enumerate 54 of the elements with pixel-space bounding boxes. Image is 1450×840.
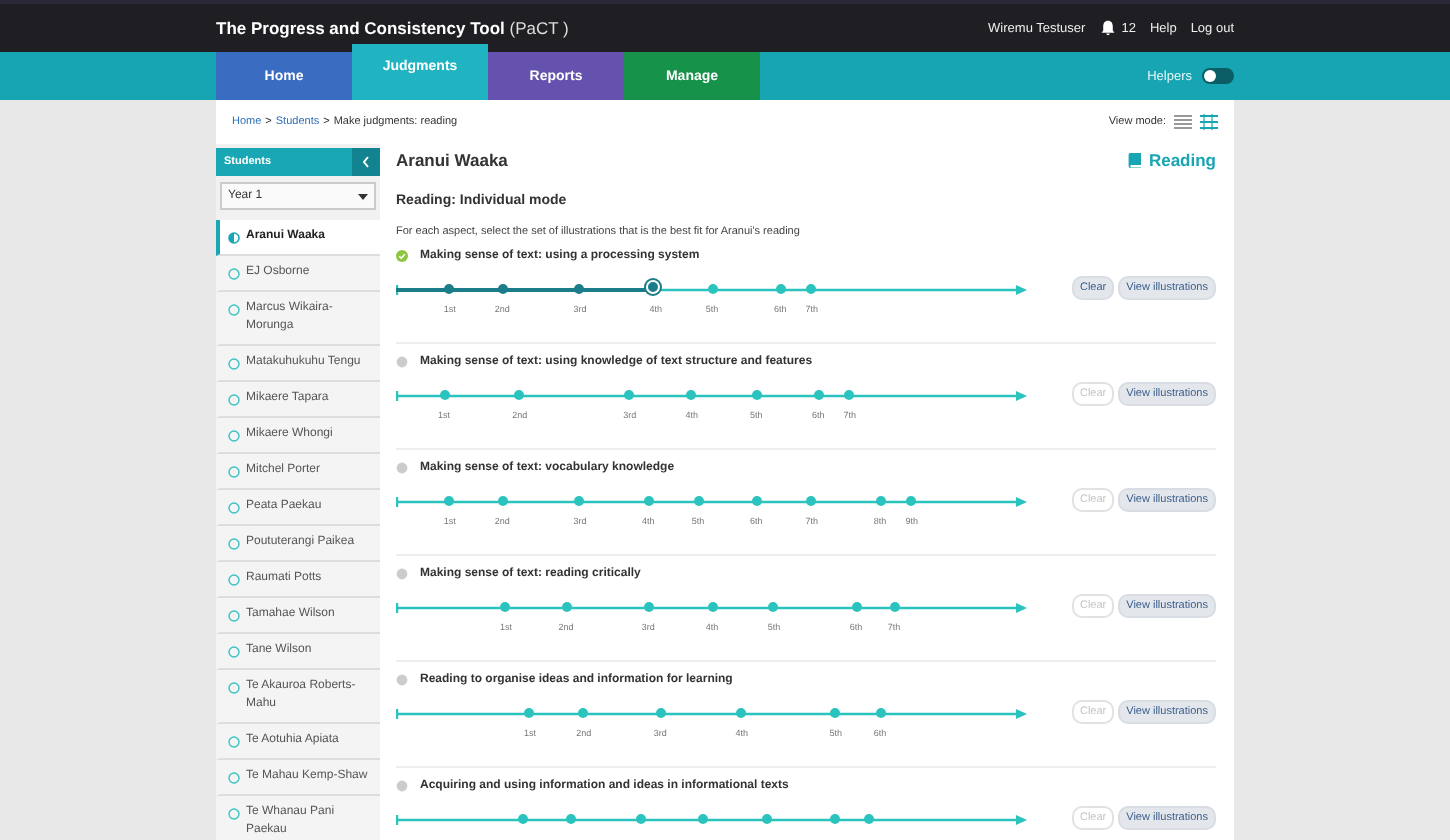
list-view-icon[interactable] (1174, 114, 1192, 130)
scale-point[interactable] (565, 814, 576, 824)
scale-point[interactable] (751, 390, 762, 400)
scale-point[interactable] (806, 284, 817, 294)
grid-view-icon[interactable] (1200, 114, 1218, 130)
scale-point[interactable] (500, 602, 511, 612)
scale-point[interactable] (775, 284, 786, 294)
scale-point[interactable] (707, 284, 717, 294)
scale-point[interactable] (643, 602, 654, 612)
scale-point[interactable] (768, 602, 779, 612)
scale-point[interactable] (844, 390, 855, 400)
scale-point[interactable] (830, 814, 841, 824)
scale-point[interactable] (906, 496, 917, 506)
scale-point[interactable] (813, 390, 824, 400)
scale-point[interactable] (889, 602, 899, 612)
scale-point[interactable] (444, 284, 455, 294)
scale-point[interactable] (497, 496, 508, 506)
caret-icon (358, 193, 368, 199)
scale-point[interactable] (698, 814, 709, 824)
helpers-toggle[interactable] (1202, 68, 1234, 84)
scale-point[interactable] (439, 390, 450, 400)
scale-point[interactable] (655, 708, 666, 718)
scale-point[interactable] (751, 496, 762, 506)
app-title: The Progress and Consistency Tool (PaCT ) (216, 18, 569, 38)
scale-point[interactable] (875, 708, 886, 718)
subject-label: Reading (1148, 150, 1216, 170)
scale-point[interactable] (646, 280, 661, 294)
scale-point[interactable] (707, 602, 717, 612)
collapse-button[interactable] (352, 148, 380, 176)
student-name: Aranui Waaka (396, 150, 508, 170)
scale-point[interactable] (863, 814, 874, 824)
scale-point[interactable] (693, 496, 704, 506)
scale-point[interactable] (875, 496, 886, 506)
scale-point[interactable] (686, 390, 697, 400)
scale-point[interactable] (578, 708, 589, 718)
scale-point[interactable] (636, 814, 647, 824)
scale-point[interactable] (574, 496, 585, 506)
scale-point[interactable] (624, 390, 635, 400)
scale-point[interactable] (561, 602, 571, 612)
scale-point[interactable] (574, 284, 585, 294)
scale-point[interactable] (762, 814, 773, 824)
scale-point[interactable] (497, 284, 508, 294)
book-icon (1128, 152, 1143, 168)
scale-point[interactable] (444, 496, 455, 506)
scale-point[interactable] (524, 708, 535, 718)
scale-point[interactable] (736, 708, 747, 718)
scale-point[interactable] (643, 496, 654, 506)
bell-icon[interactable] (1099, 20, 1116, 36)
chevron-left-icon (362, 156, 370, 168)
scale-point[interactable] (517, 814, 528, 824)
scale-point[interactable] (830, 708, 841, 718)
scale-point[interactable] (514, 390, 525, 400)
scale-point[interactable] (806, 496, 817, 506)
scale-point[interactable] (851, 602, 862, 612)
